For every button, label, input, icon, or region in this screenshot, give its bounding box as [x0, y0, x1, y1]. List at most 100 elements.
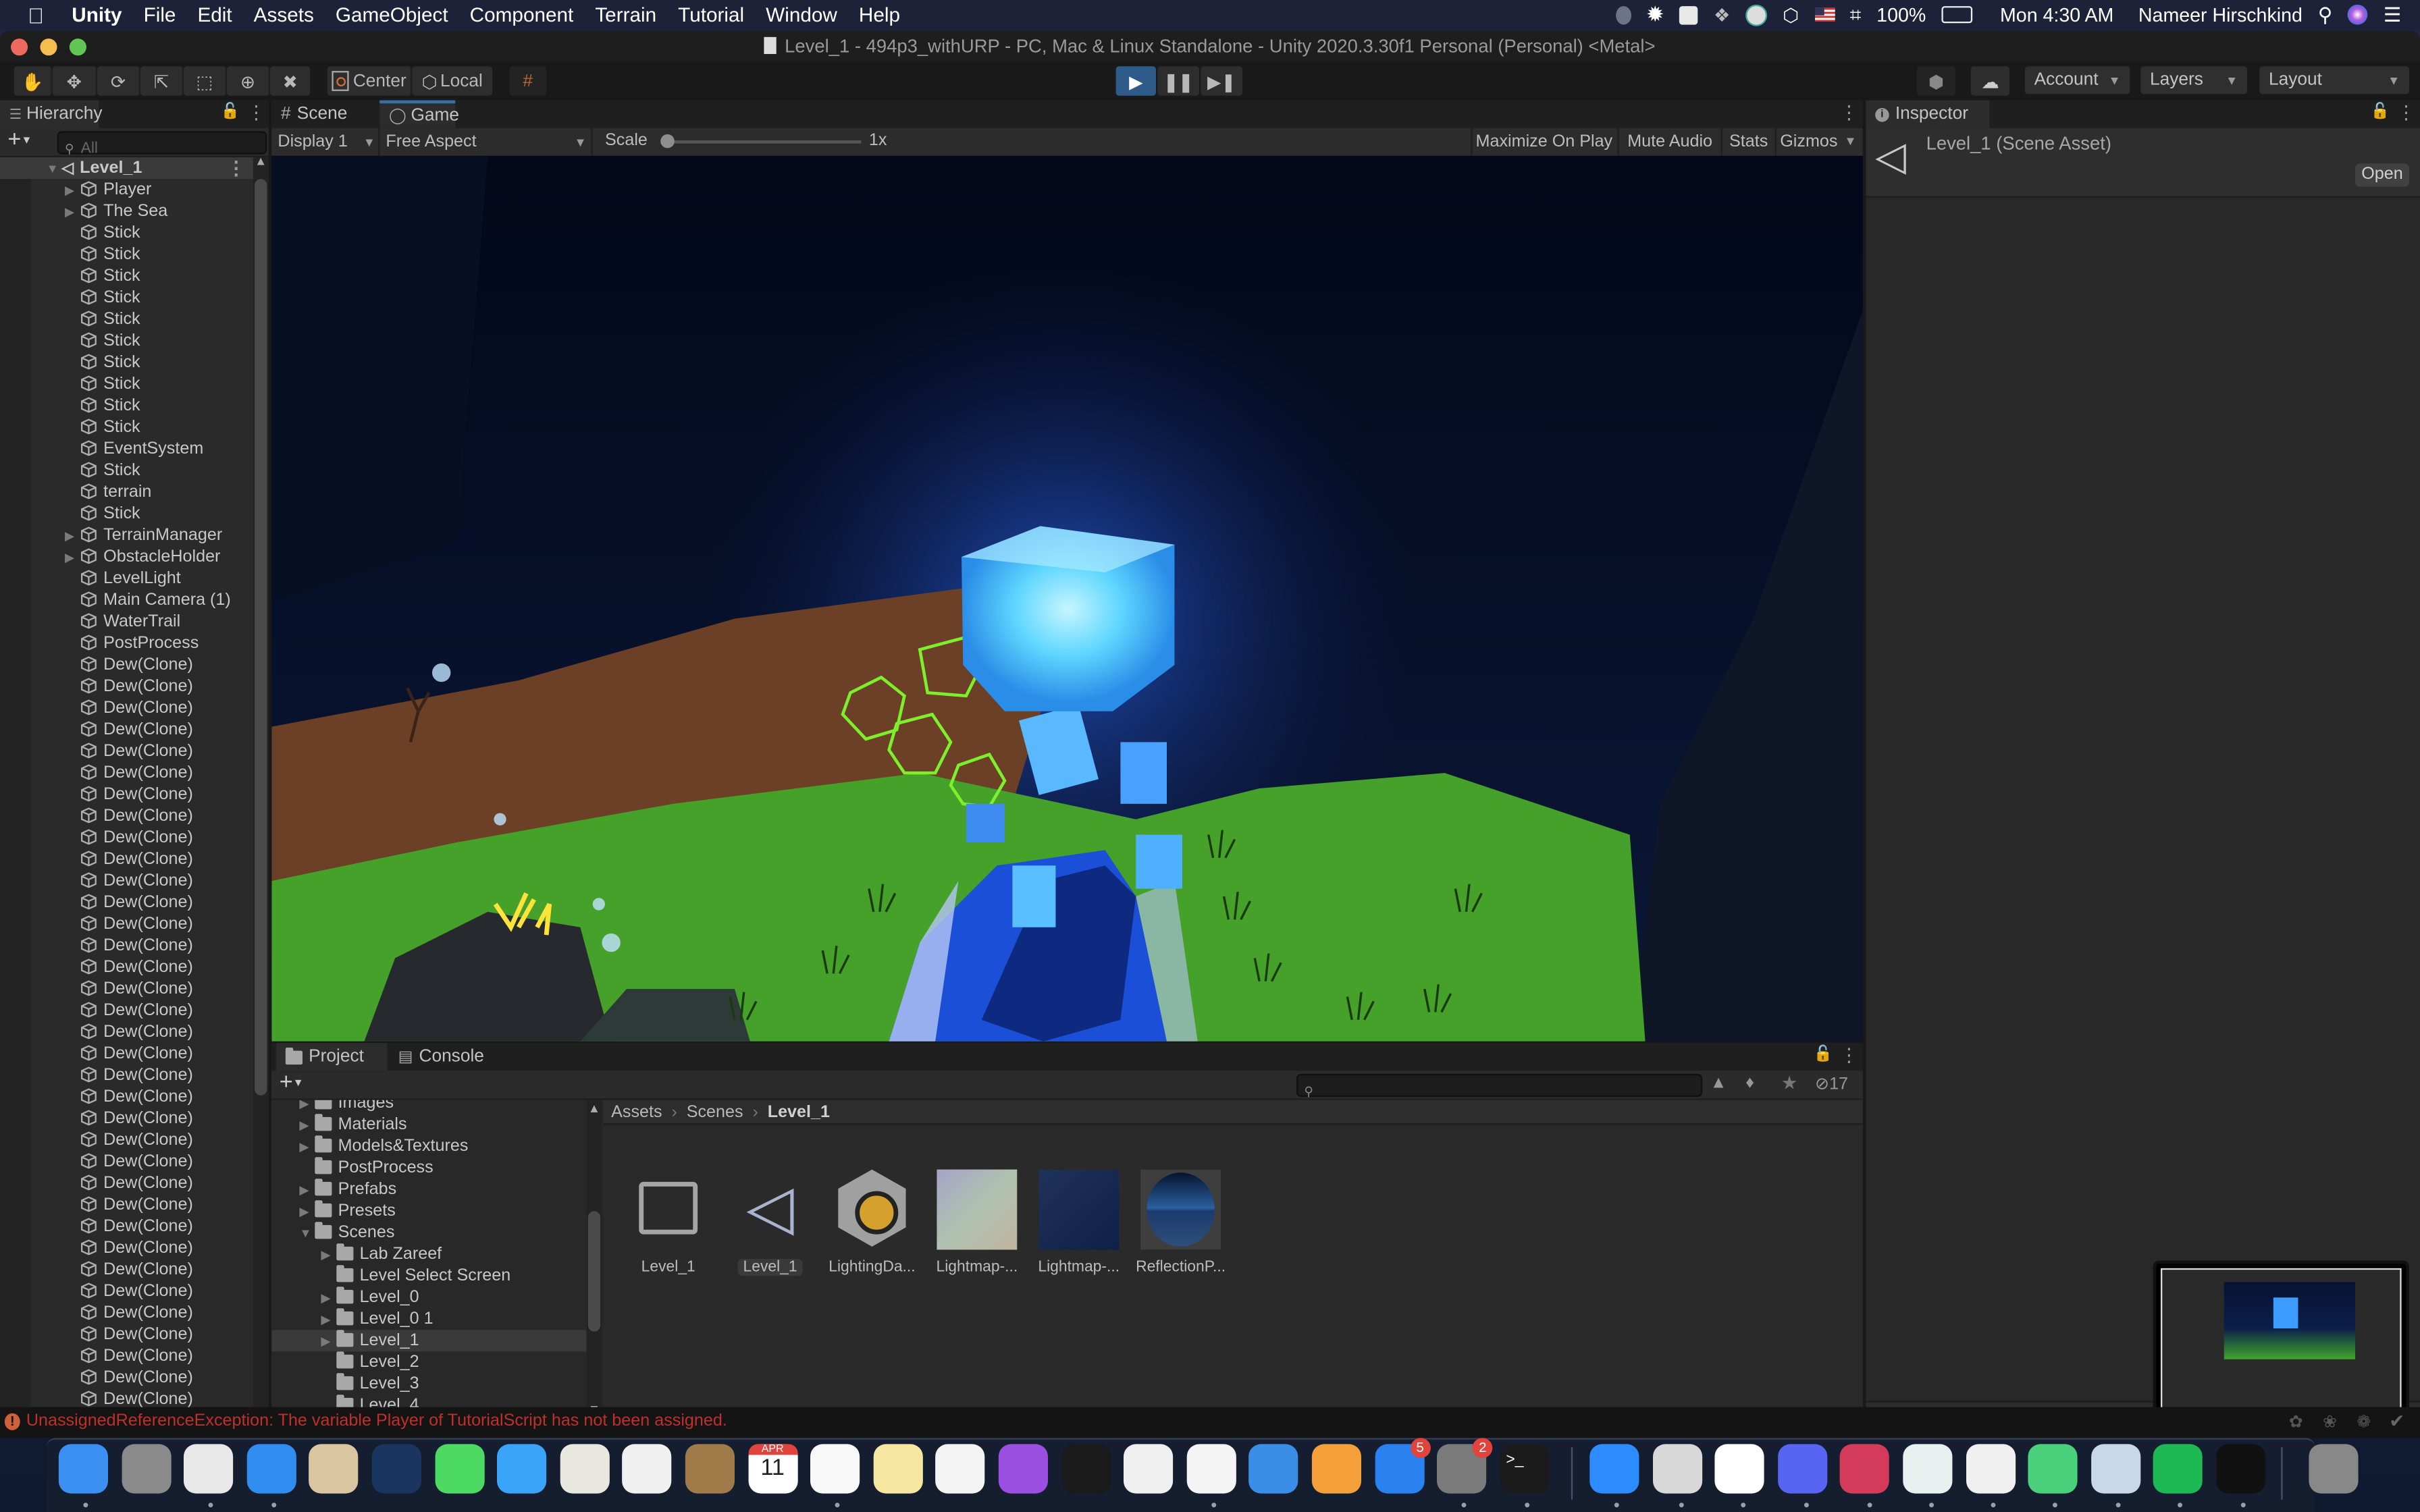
breadcrumb-level1[interactable]: Level_1 — [768, 1103, 830, 1121]
dock-app-photos[interactable] — [623, 1444, 673, 1494]
menu-tutorial[interactable]: Tutorial — [678, 3, 744, 26]
menu-edit[interactable]: Edit — [197, 3, 232, 26]
cisco-icon[interactable] — [1745, 3, 1768, 26]
dock-app-textedit[interactable] — [1966, 1444, 2016, 1494]
project-tree-scroll-thumb[interactable] — [587, 1211, 601, 1332]
zoom-menubar-icon[interactable] — [1679, 5, 1698, 24]
hierarchy-item[interactable]: Dew(Clone) — [0, 1021, 253, 1043]
scale-slider-handle[interactable] — [660, 134, 675, 148]
scroll-up-icon[interactable]: ▲ — [255, 155, 267, 169]
hierarchy-item[interactable]: Dew(Clone) — [0, 654, 253, 676]
project-folder[interactable]: ▶ Level_0 1 — [271, 1308, 586, 1330]
dock-app-maps[interactable] — [560, 1444, 610, 1494]
dock-app-news[interactable] — [1124, 1444, 1174, 1494]
expand-arrow-icon[interactable]: ▶ — [321, 1245, 336, 1267]
hierarchy-item[interactable]: Dew(Clone) — [0, 870, 253, 892]
project-folder-selected[interactable]: ▶ Level_1 — [271, 1330, 587, 1353]
battery-icon[interactable] — [1941, 6, 1972, 24]
clock[interactable]: Mon 4:30 AM — [2000, 4, 2113, 26]
more-options-icon[interactable]: ⋮ — [1840, 1044, 1858, 1066]
tab-scene[interactable]: # Scene — [271, 101, 379, 128]
hierarchy-item[interactable]: terrain — [0, 481, 253, 503]
filter-by-type-icon[interactable]: ▲ — [1710, 1074, 1727, 1092]
lock-icon[interactable]: 🔓 — [1814, 1046, 1833, 1063]
unity-hub-menubar-icon[interactable]: ⬡ — [1783, 4, 1799, 26]
hierarchy-item[interactable]: Dew(Clone) — [0, 1086, 253, 1108]
brightness-icon[interactable]: ✹ — [1646, 1, 1664, 28]
hierarchy-item[interactable]: Dew(Clone) — [0, 892, 253, 913]
hierarchy-item[interactable]: Stick — [0, 222, 253, 244]
rotate-tool-button[interactable]: ⟳ — [97, 66, 140, 96]
dock-app-cisco[interactable] — [1903, 1444, 1953, 1494]
expand-arrow-icon[interactable]: ▶ — [65, 180, 80, 202]
dock-app-notes[interactable] — [873, 1444, 923, 1494]
hierarchy-item[interactable]: Dew(Clone) — [0, 1151, 253, 1172]
project-folder[interactable]: ▶ Level_0 — [271, 1287, 586, 1308]
rect-tool-button[interactable]: ⬚ — [183, 66, 227, 96]
display-dropdown[interactable]: Display 1 ▼ — [271, 128, 380, 156]
hierarchy-item[interactable]: Dew(Clone) — [0, 1172, 253, 1194]
project-folder[interactable]: ▶ Lab Zareef — [271, 1243, 586, 1265]
hierarchy-item[interactable]: ▶ Player — [0, 179, 253, 200]
dock-app-terminal[interactable]: >_ — [1500, 1444, 1550, 1494]
dock-app-safari[interactable] — [246, 1444, 296, 1494]
hierarchy-item[interactable]: Dew(Clone) — [0, 719, 253, 740]
hierarchy-item[interactable]: Dew(Clone) — [0, 848, 253, 870]
hierarchy-item[interactable]: EventSystem — [0, 438, 253, 460]
hierarchy-item[interactable]: Dew(Clone) — [0, 827, 253, 848]
custom-tool-button[interactable]: ✖ — [269, 66, 311, 96]
hierarchy-item[interactable]: Dew(Clone) — [0, 1129, 253, 1151]
hierarchy-item[interactable]: Dew(Clone) — [0, 762, 253, 784]
expand-arrow-icon[interactable]: ▶ — [299, 1181, 315, 1202]
project-folder[interactable]: Level_2 — [271, 1351, 586, 1373]
scale-slider[interactable] — [660, 134, 862, 148]
lock-icon[interactable]: 🔓 — [2371, 103, 2390, 120]
stats-toggle[interactable]: Stats — [1720, 128, 1775, 156]
expand-arrow-icon[interactable]: ▶ — [65, 526, 80, 547]
expand-arrow-icon[interactable]: ▶ — [299, 1116, 315, 1137]
expand-arrow-icon[interactable]: ▶ — [321, 1332, 336, 1353]
hierarchy-item[interactable]: Dew(Clone) — [0, 1280, 253, 1302]
mute-audio-toggle[interactable]: Mute Audio — [1617, 128, 1720, 156]
dock-app-discord[interactable] — [1777, 1444, 1827, 1494]
hierarchy-item[interactable]: Dew(Clone) — [0, 1367, 253, 1388]
flag-us-icon[interactable] — [1814, 7, 1835, 22]
dock-app-reminders[interactable] — [810, 1444, 860, 1494]
spotlight-search-icon[interactable]: ⚲ — [2318, 2, 2333, 27]
dock-app-preview[interactable] — [2090, 1444, 2140, 1494]
hierarchy-item[interactable]: WaterTrail — [0, 611, 253, 632]
dock-app-podcasts[interactable] — [998, 1444, 1048, 1494]
expand-arrow-icon[interactable]: ▼ — [47, 159, 62, 180]
dock-app-system-preferences[interactable]: 2 — [1437, 1438, 1493, 1494]
menu-assets[interactable]: Assets — [254, 3, 314, 26]
snap-toggle[interactable]: # — [509, 66, 547, 96]
hierarchy-item[interactable]: Dew(Clone) — [0, 697, 253, 719]
asset-item[interactable]: ReflectionP... — [1133, 1169, 1229, 1276]
hierarchy-item[interactable]: Dew(Clone) — [0, 1302, 253, 1324]
gizmos-toggle[interactable]: Gizmos — [1774, 128, 1841, 156]
dock-app-rider[interactable] — [1840, 1444, 1890, 1494]
create-asset-button[interactable]: +▼ — [280, 1069, 304, 1096]
screenshot-preview-thumbnail[interactable] — [2153, 1260, 2409, 1428]
asset-item[interactable]: LightingDa... — [824, 1169, 920, 1276]
asset-item[interactable]: Level_1 — [621, 1170, 716, 1276]
dock-app-contacts[interactable] — [685, 1444, 735, 1494]
project-tree-scrollbar[interactable]: ▲ ▼ — [586, 1100, 602, 1422]
hierarchy-item[interactable]: Dew(Clone) — [0, 784, 253, 805]
project-search-input[interactable]: ⚲ — [1296, 1073, 1703, 1098]
scene-root-row[interactable]: ▼ ◁ Level_1 ⋮ — [0, 157, 253, 180]
move-tool-button[interactable]: ✥ — [52, 66, 97, 96]
project-folder[interactable]: ▶ Models&Textures — [271, 1135, 586, 1157]
asset-item[interactable]: Lightmap-... — [929, 1169, 1025, 1276]
hierarchy-item[interactable]: Stick — [0, 460, 253, 481]
project-folder[interactable]: ▼ Scenes — [271, 1222, 586, 1243]
dock-app-mail[interactable] — [309, 1444, 359, 1494]
hierarchy-item[interactable]: Dew(Clone) — [0, 935, 253, 956]
project-folder[interactable]: ▶ Images — [271, 1100, 586, 1114]
cloud-button[interactable]: ☁ — [1970, 66, 2009, 96]
dock-app-zoom[interactable] — [1589, 1444, 1639, 1494]
pivot-center-toggle[interactable]: Center — [327, 66, 413, 96]
hand-tool-button[interactable]: ✋ — [14, 66, 53, 96]
expand-arrow-icon[interactable]: ▶ — [321, 1310, 336, 1332]
maximize-on-play-toggle[interactable]: Maximize On Play — [1471, 128, 1616, 156]
